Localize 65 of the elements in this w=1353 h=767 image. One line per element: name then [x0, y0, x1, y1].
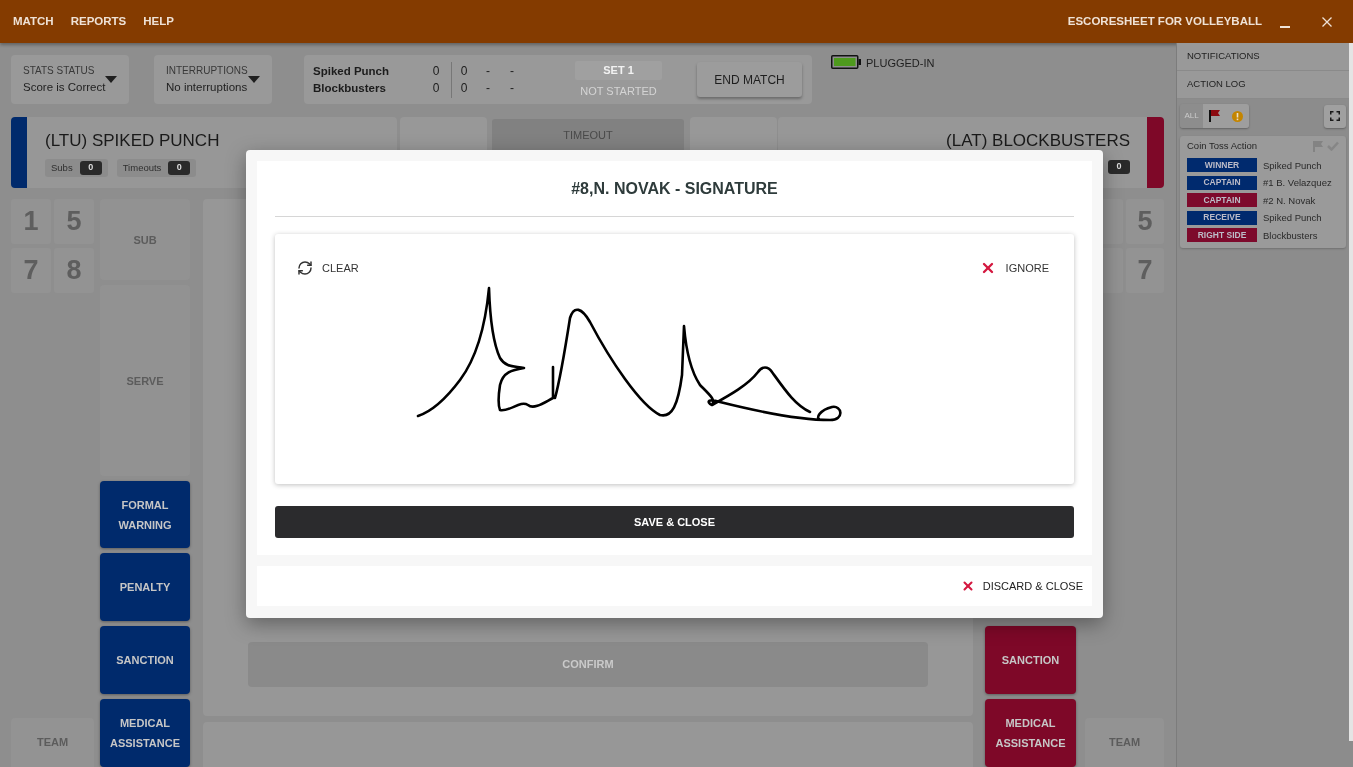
log-value: Blockbusters [1263, 228, 1318, 242]
count-badge: 0 [168, 161, 191, 175]
refresh-icon [297, 260, 313, 276]
sets-won: 0 [432, 81, 440, 95]
fullscreen-icon [1330, 111, 1340, 121]
caret-icon [105, 76, 118, 83]
fullscreen-button[interactable] [1324, 104, 1346, 128]
menu-item[interactable]: MATCH [13, 12, 54, 31]
team-name: Blockbusters [313, 81, 387, 95]
set-score: 0 [459, 64, 469, 78]
action-button[interactable]: MEDICAL ASSISTANCE [100, 699, 190, 767]
team-title: (LTU) SPIKED PUNCH [45, 130, 221, 152]
log-card-title: Coin Toss Action [1187, 139, 1258, 153]
power-status: PLUGGED-IN [866, 56, 935, 70]
dropdown[interactable]: STATS STATUS Score is Correct [11, 55, 130, 104]
battery-icon [831, 55, 861, 69]
log-tag: CAPTAIN [1187, 193, 1257, 207]
close-icon [960, 579, 975, 593]
action-button[interactable]: SANCTION [100, 626, 190, 694]
set-score: 0 [459, 81, 469, 95]
log-value: Spiked Punch [1263, 158, 1322, 172]
warning-icon [1232, 110, 1243, 122]
close-button[interactable] [1321, 15, 1333, 28]
counter-label: Timeouts [122, 160, 162, 175]
discard-close-button[interactable]: DISCARD & CLOSE [960, 577, 1083, 595]
action-button[interactable]: SANCTION [985, 626, 1076, 694]
menu-item[interactable]: HELP [143, 12, 174, 31]
sidebar-section-button[interactable]: NOTIFICATIONS [1177, 43, 1349, 71]
log-tag: RIGHT SIDE [1187, 228, 1257, 242]
action-button[interactable]: FORMAL WARNING [100, 481, 190, 548]
log-tag: RECEIVE [1187, 210, 1257, 225]
log-value: #2 N. Novak [1263, 193, 1316, 207]
team-title: (LAT) BLOCKBUSTERS [946, 130, 1130, 152]
sidebar-section-button[interactable]: ACTION LOG [1177, 71, 1349, 99]
set-score: - [509, 64, 515, 78]
signature-pad[interactable]: CLEAR IGNORE [275, 234, 1074, 484]
log-value: Spiked Punch [1263, 211, 1322, 224]
set-score: - [485, 81, 491, 95]
caret-icon [247, 76, 260, 83]
set-score: - [509, 81, 515, 95]
team-name: Spiked Punch [313, 64, 391, 78]
ignore-button[interactable]: IGNORE [979, 259, 1049, 277]
set-badge: SET 1 [575, 61, 662, 80]
dialog-title: #8,N. NOVAK - SIGNATURE [571, 178, 778, 199]
minimize-icon [1280, 25, 1290, 28]
count-badge: 0 [79, 161, 102, 175]
log-tag: WINNER [1187, 158, 1257, 172]
action-button[interactable]: PENALTY [100, 553, 190, 621]
dropdown[interactable]: INTERRUPTIONS No interruptions [154, 55, 272, 104]
action-button[interactable]: MEDICAL ASSISTANCE [985, 699, 1076, 767]
set-status: NOT STARTED [580, 84, 657, 98]
clear-button[interactable]: CLEAR [297, 259, 359, 277]
count-badge: 0 [1108, 160, 1130, 174]
flag-icon [1208, 110, 1221, 122]
save-close-button[interactable]: SAVE & CLOSE [275, 506, 1074, 538]
end-match-button[interactable]: END MATCH [697, 62, 802, 97]
log-tag: CAPTAIN [1187, 175, 1257, 190]
filter-tab[interactable] [1203, 104, 1226, 128]
close-icon [1322, 16, 1332, 27]
set-score: - [485, 64, 491, 78]
app-title: ESCORESHEET FOR VOLLEYBALL [1067, 13, 1262, 29]
counter-label: Subs [51, 160, 73, 175]
log-value: #1 B. Velazquez [1263, 176, 1332, 189]
sets-won: 0 [432, 64, 440, 78]
menu-item[interactable]: REPORTS [70, 12, 127, 31]
